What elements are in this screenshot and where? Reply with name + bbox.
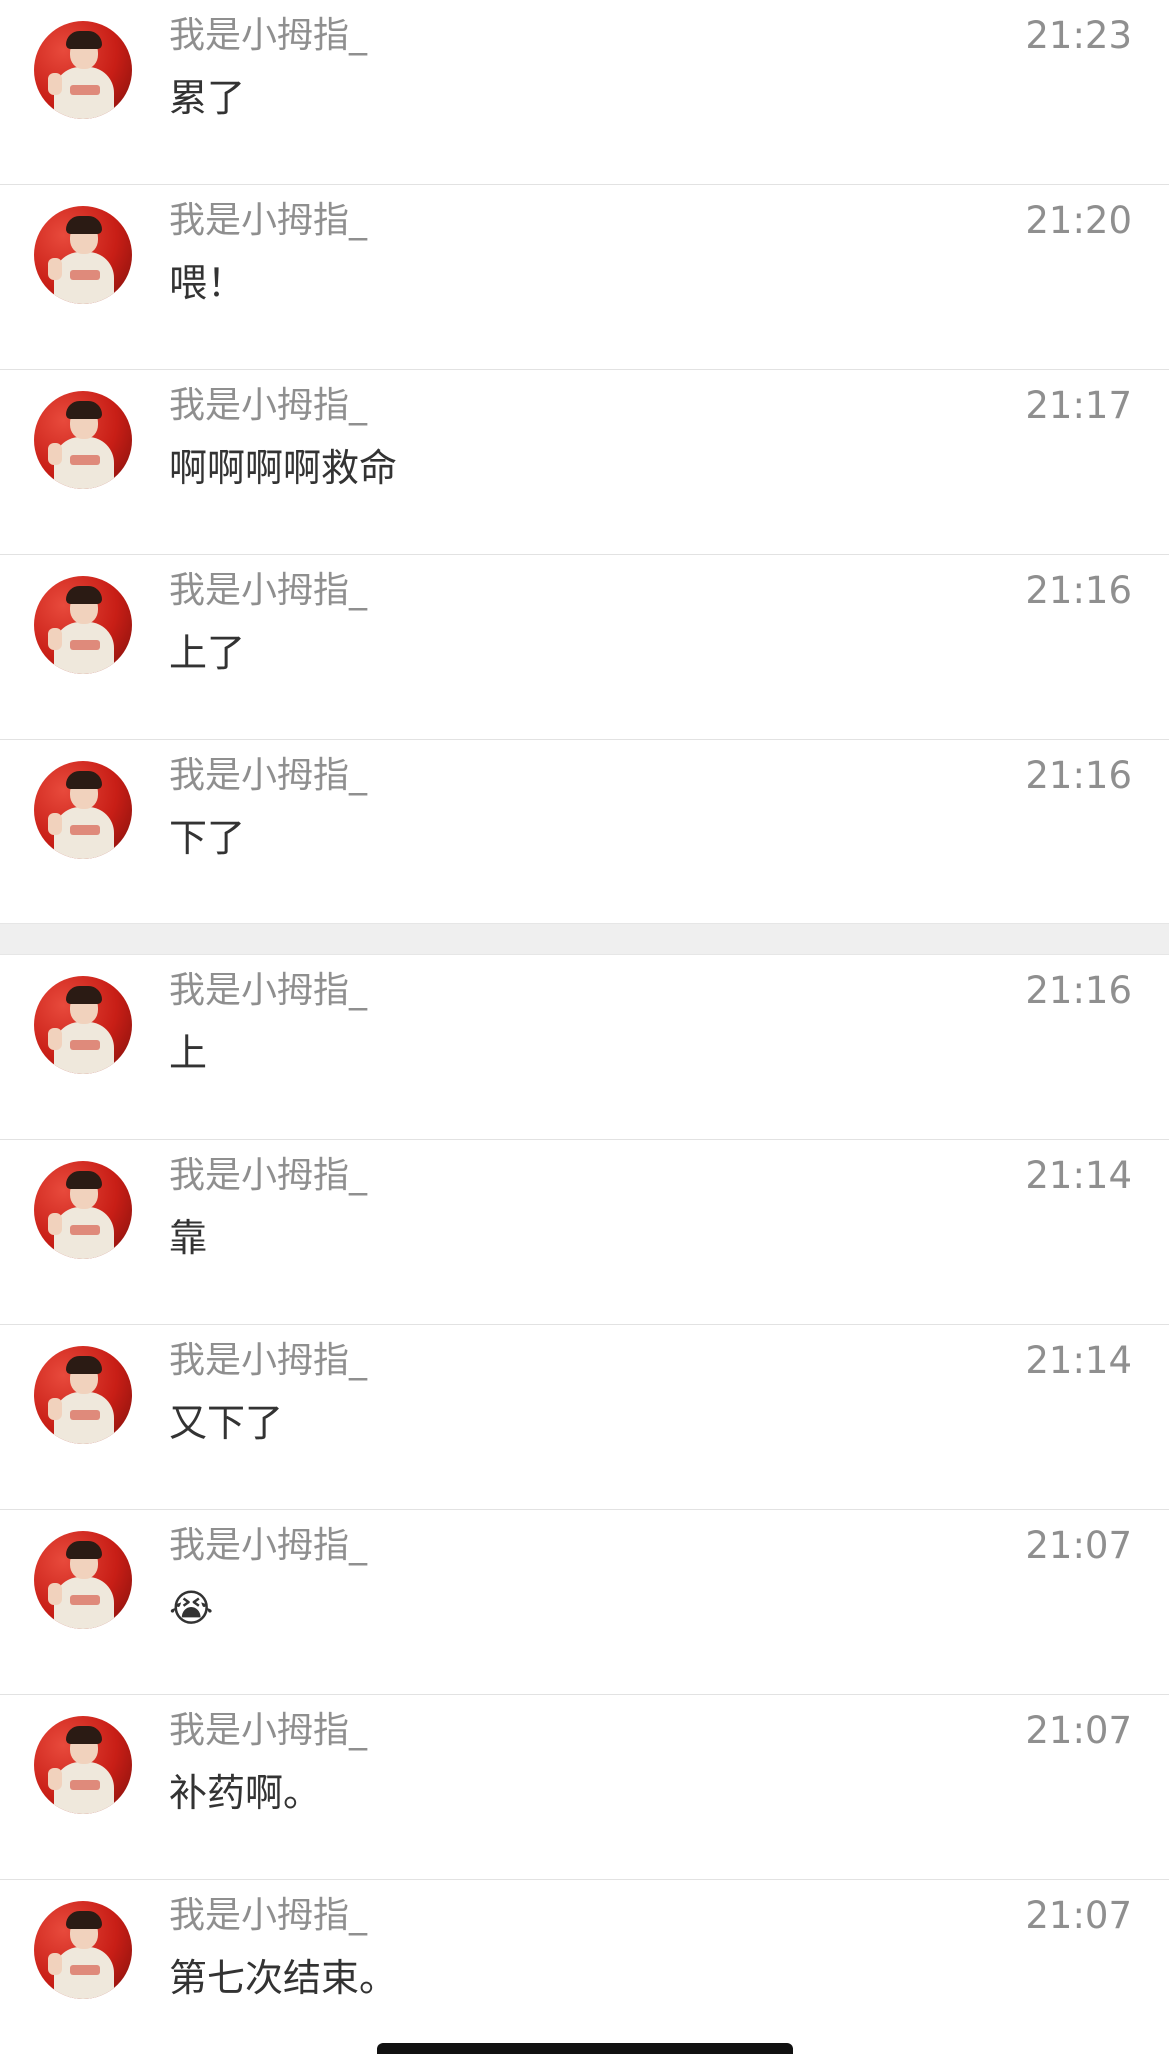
message-row[interactable]: 我是小拇指_ 21:16 上了 [0, 555, 1169, 740]
message-text: 啊啊啊啊救命 [169, 446, 398, 490]
section-separator [0, 923, 1169, 955]
user-avatar-icon[interactable] [34, 976, 132, 1074]
sender-name: 我是小拇指_ [169, 385, 368, 426]
message-time: 21:23 [1025, 14, 1132, 57]
user-avatar-icon[interactable] [34, 206, 132, 304]
home-indicator[interactable] [377, 2043, 793, 2054]
message-text: 又下了 [169, 1401, 284, 1445]
message-group-1: 我是小拇指_ 21:23 累了 我是小拇指_ 21:20 喂！ 我是小拇指_ 2… [0, 0, 1169, 923]
message-row[interactable]: 我是小拇指_ 21:20 喂！ [0, 185, 1169, 370]
message-group-2: 我是小拇指_ 21:16 上 我是小拇指_ 21:14 靠 我是小拇指_ 21:… [0, 955, 1169, 2065]
message-text: 上 [169, 1031, 208, 1075]
message-row[interactable]: 我是小拇指_ 21:16 上 [0, 955, 1169, 1140]
sender-name: 我是小拇指_ [169, 200, 368, 241]
user-avatar-icon[interactable] [34, 1346, 132, 1444]
message-text: 喂！ [169, 261, 246, 305]
sender-name: 我是小拇指_ [169, 570, 368, 611]
message-time: 21:14 [1025, 1339, 1132, 1382]
message-time: 21:20 [1025, 199, 1132, 242]
sender-name: 我是小拇指_ [169, 15, 368, 56]
sender-name: 我是小拇指_ [169, 1895, 368, 1936]
message-row[interactable]: 我是小拇指_ 21:17 啊啊啊啊救命 [0, 370, 1169, 555]
message-time: 21:14 [1025, 1154, 1132, 1197]
message-text: 第七次结束。 [169, 1956, 398, 2000]
message-row[interactable]: 我是小拇指_ 21:14 靠 [0, 1140, 1169, 1325]
user-avatar-icon[interactable] [34, 761, 132, 859]
message-row[interactable]: 我是小拇指_ 21:07 😭 [0, 1510, 1169, 1695]
sender-name: 我是小拇指_ [169, 1710, 368, 1751]
crying-face-emoji: 😭 [169, 1586, 214, 1630]
message-row[interactable]: 我是小拇指_ 21:07 第七次结束。 [0, 1880, 1169, 2065]
message-time: 21:17 [1025, 384, 1132, 427]
message-row[interactable]: 我是小拇指_ 21:23 累了 [0, 0, 1169, 185]
user-avatar-icon[interactable] [34, 576, 132, 674]
user-avatar-icon[interactable] [34, 21, 132, 119]
sender-name: 我是小拇指_ [169, 1525, 368, 1566]
sender-name: 我是小拇指_ [169, 1155, 368, 1196]
message-text: 补药啊。 [169, 1771, 322, 1815]
message-row[interactable]: 我是小拇指_ 21:14 又下了 [0, 1325, 1169, 1510]
message-time: 21:07 [1025, 1524, 1132, 1567]
message-time: 21:16 [1025, 569, 1132, 612]
message-text: 😭 [169, 1582, 213, 1634]
user-avatar-icon[interactable] [34, 1716, 132, 1814]
user-avatar-icon[interactable] [34, 1901, 132, 1999]
message-time: 21:16 [1025, 754, 1132, 797]
message-text: 累了 [169, 76, 246, 120]
message-time: 21:07 [1025, 1894, 1132, 1937]
message-text: 上了 [169, 631, 246, 675]
user-avatar-icon[interactable] [34, 1531, 132, 1629]
user-avatar-icon[interactable] [34, 391, 132, 489]
message-text: 靠 [169, 1216, 208, 1260]
sender-name: 我是小拇指_ [169, 755, 368, 796]
message-time: 21:16 [1025, 969, 1132, 1012]
message-row[interactable]: 我是小拇指_ 21:16 下了 [0, 740, 1169, 923]
message-time: 21:07 [1025, 1709, 1132, 1752]
chat-list: 我是小拇指_ 21:23 累了 我是小拇指_ 21:20 喂！ 我是小拇指_ 2… [0, 0, 1169, 2065]
sender-name: 我是小拇指_ [169, 1340, 368, 1381]
message-text: 下了 [169, 816, 246, 860]
sender-name: 我是小拇指_ [169, 970, 368, 1011]
user-avatar-icon[interactable] [34, 1161, 132, 1259]
message-row[interactable]: 我是小拇指_ 21:07 补药啊。 [0, 1695, 1169, 1880]
